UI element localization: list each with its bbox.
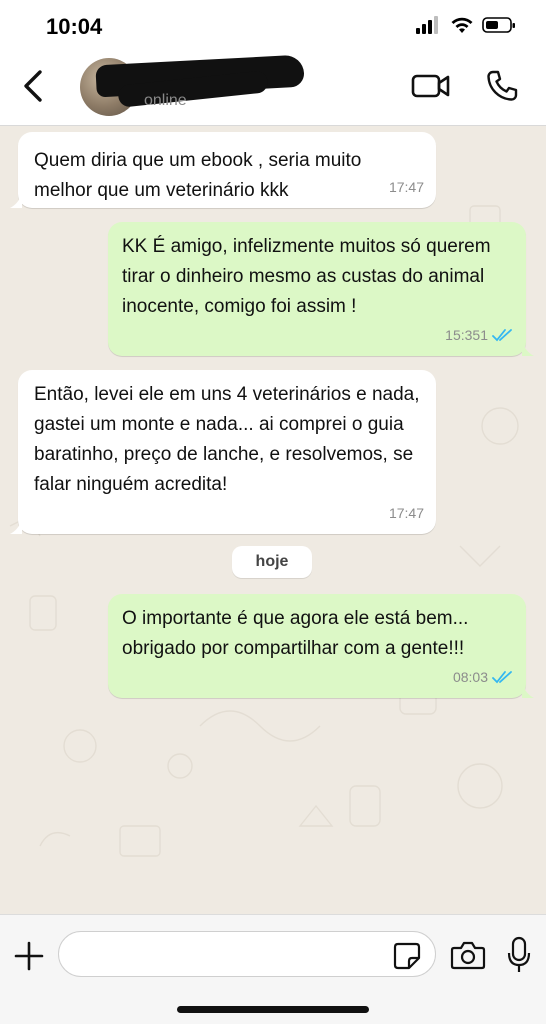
home-indicator[interactable] [177,1006,369,1013]
voice-call-button[interactable] [484,68,520,104]
message-bubble-outgoing[interactable]: KK É amigo, infelizmente muitos só quere… [108,222,534,356]
message-text: Quem diria que um ebook , seria muito me… [34,150,362,201]
bubble-tail [10,194,22,208]
phone-icon [487,70,518,101]
double-check-icon [492,329,512,342]
message-time: 17:47 [388,179,424,195]
status-time: 10:04 [46,14,103,39]
microphone-button[interactable] [506,935,532,975]
bubble-tail [522,342,534,356]
sticker-icon [393,942,421,970]
chat-area[interactable]: Quem diria que um ebook , seria muito me… [0,126,546,914]
message-time: 08:03 [453,662,514,692]
video-call-button[interactable] [410,70,452,102]
camera-button[interactable] [450,939,486,971]
microphone-icon [507,936,531,972]
battery-icon [482,17,515,33]
message-bubble-incoming[interactable]: Então, levei ele em uns 4 veterinários e… [10,370,436,534]
plus-icon [14,941,44,971]
video-camera-icon [411,74,450,98]
bubble-tail [522,684,534,698]
message-text: O importante é que agora ele está bem...… [122,608,469,659]
message-bubble-incoming[interactable]: Quem diria que um ebook , seria muito me… [10,132,436,208]
status-icons [416,16,516,34]
message-text: Então, levei ele em uns 4 veterinários e… [34,384,420,495]
chevron-left-icon [24,70,42,102]
sticker-button[interactable] [392,941,422,971]
chat-header: 19 online [0,52,546,126]
message-input[interactable] [58,931,436,977]
message-bubble-outgoing[interactable]: O importante é que agora ele está bem...… [108,594,534,698]
attach-button[interactable] [12,939,46,973]
double-check-icon [492,671,512,684]
day-separator: hoje [232,546,312,578]
message-time: 17:47 [388,505,424,521]
contact-status: online [144,92,187,109]
wifi-icon [451,17,473,33]
status-bar: 10:04 [0,0,546,52]
message-text: KK É amigo, infelizmente muitos só quere… [122,236,491,317]
signal-icon [416,16,438,34]
message-time: 15:351 [445,320,514,350]
back-button[interactable] [18,66,48,106]
camera-icon [450,941,486,970]
bubble-tail [10,520,22,534]
